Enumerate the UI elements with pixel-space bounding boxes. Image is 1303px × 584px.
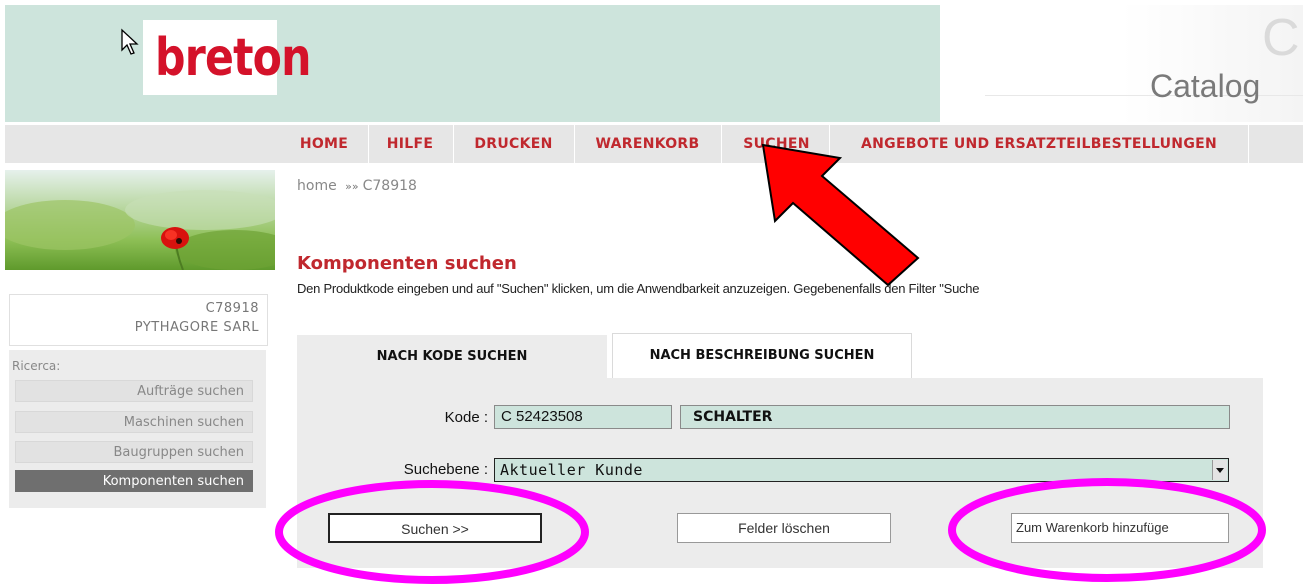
- nav-warenkorb[interactable]: WARENKORB: [578, 125, 717, 163]
- nav-divider: [829, 125, 830, 163]
- search-button[interactable]: Suchen >>: [328, 513, 542, 543]
- red-arrow-icon: [761, 143, 920, 287]
- sidebar-item-baugruppen[interactable]: Baugruppen suchen: [15, 441, 253, 463]
- catalog-watermark: C: [1262, 9, 1300, 67]
- page-title: Komponenten suchen: [297, 253, 517, 274]
- nav-divider: [368, 125, 369, 163]
- catalog-title: Catalog: [1150, 68, 1261, 104]
- nav-divider: [1248, 125, 1249, 163]
- breadcrumb-home-link[interactable]: home: [297, 178, 337, 194]
- user-info-panel: C78918 PYTHAGORE SARL: [9, 294, 268, 346]
- nav-divider: [453, 125, 454, 163]
- description-field: SCHALTER: [680, 405, 1230, 429]
- nav-hilfe[interactable]: HILFE: [372, 125, 448, 163]
- nav-divider: [574, 125, 575, 163]
- suchebene-label: Suchebene :: [403, 461, 488, 478]
- nav-divider: [721, 125, 722, 163]
- breadcrumb-current: C78918: [362, 178, 417, 194]
- breadcrumb: home »» C78918: [297, 178, 417, 194]
- clear-fields-button[interactable]: Felder löschen: [677, 513, 891, 543]
- chevron-down-icon[interactable]: [1212, 460, 1227, 480]
- sidebar-item-maschinen[interactable]: Maschinen suchen: [15, 411, 253, 433]
- kode-label: Kode :: [444, 409, 488, 426]
- search-menu-heading: Ricerca:: [12, 359, 61, 373]
- nav-drucken[interactable]: DRUCKEN: [456, 125, 571, 163]
- suchebene-select[interactable]: Aktueller Kunde: [494, 458, 1229, 482]
- tab-search-by-description[interactable]: NACH BESCHREIBUNG SUCHEN: [612, 333, 912, 378]
- user-company: PYTHAGORE SARL: [134, 320, 259, 335]
- nav-suchen[interactable]: SUCHEN: [726, 125, 827, 163]
- poppy-field-image: [5, 170, 275, 270]
- nav-angebote[interactable]: ANGEBOTE UND ERSATZTEILBESTELLUNGEN: [833, 125, 1245, 163]
- tab-search-by-code[interactable]: NACH KODE SUCHEN: [297, 335, 607, 378]
- add-to-cart-button[interactable]: Zum Warenkorb hinzufüge: [1011, 513, 1229, 543]
- tab-label: NACH KODE SUCHEN: [376, 349, 528, 364]
- sidebar-item-auftraege[interactable]: Aufträge suchen: [15, 380, 253, 402]
- kode-input[interactable]: C 52423508: [494, 405, 672, 429]
- breadcrumb-separator-icon: »»: [345, 180, 359, 193]
- page-description: Den Produktkode eingeben und auf "Suchen…: [297, 281, 980, 296]
- user-code: C78918: [205, 301, 259, 316]
- mouse-cursor-icon: [121, 28, 139, 55]
- tab-label: NACH BESCHREIBUNG SUCHEN: [649, 348, 875, 363]
- nav-home[interactable]: HOME: [285, 125, 363, 163]
- sidebar-item-komponenten[interactable]: Komponenten suchen: [15, 470, 253, 492]
- breton-logo[interactable]: breton: [155, 18, 311, 98]
